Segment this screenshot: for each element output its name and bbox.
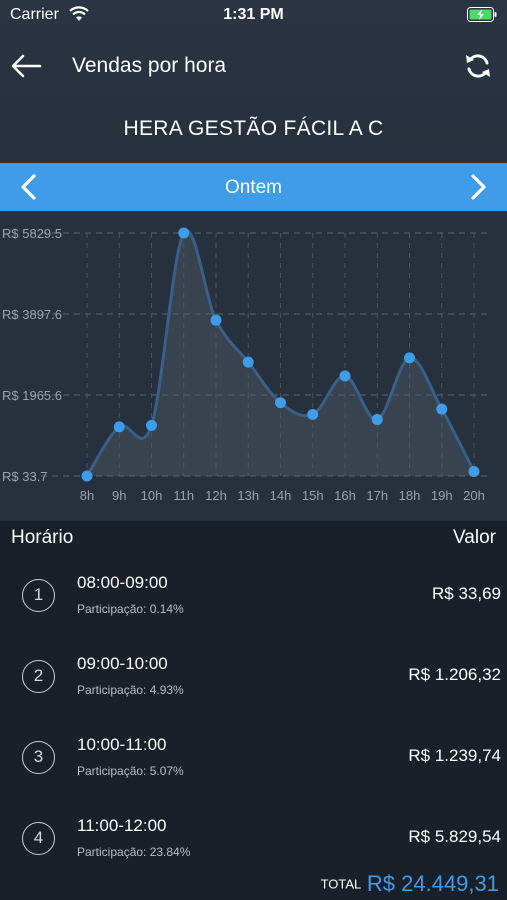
- refresh-icon[interactable]: [463, 51, 493, 81]
- row-value: R$ 5.829,54: [408, 827, 501, 846]
- data-point: [275, 397, 286, 409]
- list-header: Horário Valor: [0, 527, 507, 551]
- data-point: [81, 470, 93, 482]
- data-point: [210, 314, 222, 326]
- data-point: [146, 419, 157, 431]
- time-range: 11:00-12:00: [77, 816, 167, 835]
- row-number: 1: [22, 579, 55, 612]
- data-point: [339, 370, 351, 382]
- y-tick-label: R$ 33.7: [2, 469, 48, 484]
- company-name: HERA GESTÃO FÁCIL A C: [123, 117, 384, 140]
- x-tick-label: 20h: [463, 488, 485, 503]
- row-number: 3: [22, 741, 55, 774]
- participation: Participação: 0.14%: [77, 602, 184, 616]
- y-tick-label: R$ 1965.6: [2, 388, 62, 403]
- data-point: [371, 414, 383, 426]
- list-item[interactable]: 3 10:00-11:00 Participação: 5.07% R$ 1.2…: [0, 714, 507, 795]
- total-label: TOTAL: [320, 876, 362, 892]
- arrow-left-icon[interactable]: [8, 50, 44, 82]
- list-item[interactable]: 2 09:00-10:00 Participação: 4.93% R$ 1.2…: [0, 633, 507, 714]
- total: TOTAL R$ 24.449,31: [321, 871, 499, 897]
- list-item[interactable]: 4 11:00-12:00 Participação: 23.84% R$ 5.…: [0, 795, 507, 876]
- row-number: 4: [22, 822, 55, 855]
- day-selector: Ontem: [0, 163, 507, 211]
- data-point: [468, 466, 480, 478]
- total-value: R$ 24.449,31: [366, 871, 499, 896]
- data-point: [307, 409, 319, 421]
- clock: 1:31 PM: [223, 6, 284, 23]
- row-value: R$ 1.206,32: [408, 665, 501, 684]
- x-tick-label: 13h: [237, 488, 259, 503]
- participation: Participação: 4.93%: [77, 683, 184, 697]
- row-number: 2: [22, 660, 55, 693]
- time-range: 08:00-09:00: [77, 573, 168, 592]
- x-tick-label: 19h: [431, 488, 453, 503]
- y-tick-label: R$ 5829.5: [2, 226, 62, 241]
- x-tick-label: 9h: [112, 488, 126, 503]
- hourly-list: Horário Valor 1 08:00-09:00 Participação…: [0, 521, 507, 900]
- column-header-value: Valor: [453, 527, 496, 548]
- data-point: [178, 227, 190, 239]
- day-label: Ontem: [224, 177, 283, 198]
- time-range: 09:00-10:00: [77, 654, 168, 673]
- row-value: R$ 33,69: [432, 584, 501, 603]
- sales-chart: R$ 5829.5 R$ 3897.6 R$ 1965.6 R$ 33.7 8h 9h 10…: [0, 211, 507, 521]
- battery-charging-icon: [467, 7, 497, 22]
- row-value: R$ 1.239,74: [408, 746, 501, 765]
- chevron-right-icon[interactable]: [463, 173, 493, 201]
- list-item[interactable]: 1 08:00-09:00 Participação: 0.14% R$ 33,…: [0, 552, 507, 633]
- navbar: Vendas por hora: [0, 40, 507, 94]
- header-area: Carrier 1:31 PM Vendas por hora HERA GES…: [0, 0, 507, 163]
- data-point: [404, 352, 415, 364]
- participation: Participação: 23.84%: [77, 845, 191, 859]
- data-point: [113, 421, 125, 433]
- time-range: 10:00-11:00: [77, 735, 167, 754]
- page-title: Vendas por hora: [72, 54, 227, 77]
- sales-chart-svg: R$ 5829.5 R$ 3897.6 R$ 1965.6 R$ 33.7 8h 9h 10…: [2, 226, 488, 503]
- participation: Participação: 5.07%: [77, 764, 184, 778]
- x-tick-label: 14h: [270, 488, 292, 503]
- y-tick-label: R$ 3897.6: [2, 307, 62, 322]
- x-tick-label: 18h: [399, 488, 421, 503]
- x-tick-label: 11h: [173, 488, 194, 503]
- status-bar: Carrier 1:31 PM: [0, 0, 507, 30]
- x-tick-label: 15h: [302, 488, 324, 503]
- data-point: [436, 403, 448, 415]
- data-point: [242, 356, 254, 368]
- x-tick-label: 17h: [366, 488, 388, 503]
- x-tick-label: 10h: [141, 488, 163, 503]
- x-tick-label: 8h: [80, 488, 94, 503]
- x-tick-label: 16h: [334, 488, 356, 503]
- column-header-time: Horário: [11, 527, 74, 548]
- x-tick-label: 12h: [205, 488, 227, 503]
